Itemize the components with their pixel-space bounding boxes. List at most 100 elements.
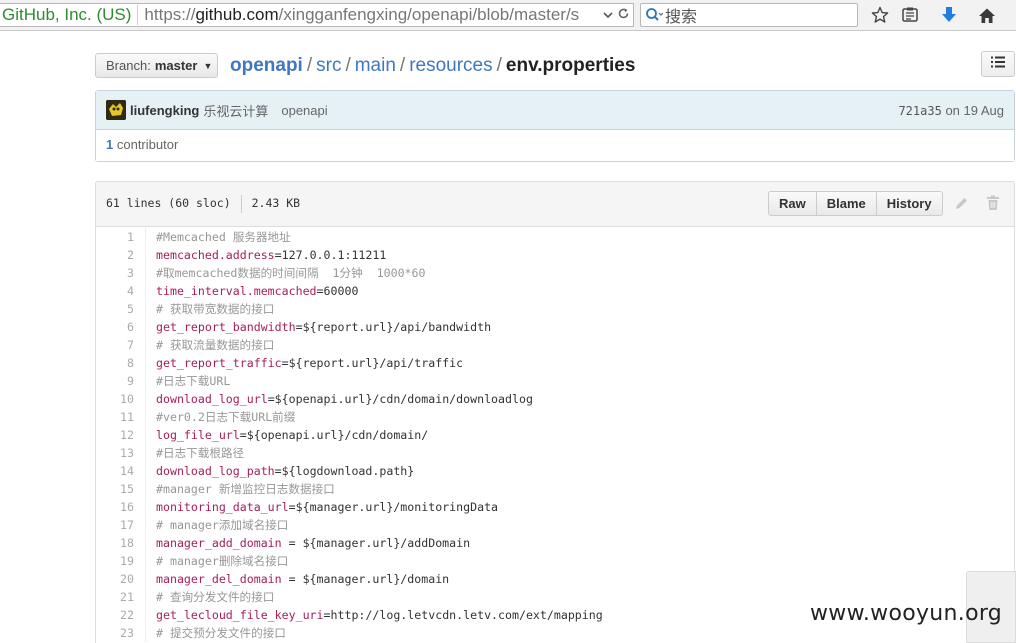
- file-line-count: 61 lines (60 sloc): [106, 196, 231, 210]
- code-key: manager_del_domain: [156, 572, 282, 586]
- code-comment: #取memcached数据的时间间隔 1分钟 1000*60: [156, 266, 426, 280]
- code-value: =http://log.letvcdn.letv.com/ext/mapping: [323, 608, 603, 622]
- line-number[interactable]: 14: [96, 462, 146, 480]
- code-value: =${openapi.url}/cdn/domain/: [239, 428, 429, 442]
- line-number[interactable]: 1: [96, 228, 146, 246]
- watermark: www.wooyun.org: [810, 601, 1003, 626]
- trash-icon[interactable]: [984, 194, 1002, 212]
- code-line: 3 #取memcached数据的时间间隔 1分钟 1000*60: [96, 264, 1014, 282]
- line-number[interactable]: 19: [96, 552, 146, 570]
- line-number[interactable]: 6: [96, 318, 146, 336]
- breadcrumb-link-main[interactable]: main: [355, 55, 396, 76]
- branch-selector-button[interactable]: Branch: master ▼: [95, 53, 218, 78]
- line-number[interactable]: 17: [96, 516, 146, 534]
- avatar[interactable]: [106, 100, 126, 120]
- line-number[interactable]: 5: [96, 300, 146, 318]
- file-viewer: 61 lines (60 sloc) 2.43 KB Raw Blame Hist…: [95, 181, 1015, 643]
- home-icon[interactable]: [976, 4, 998, 26]
- code-line: 11 #ver0.2日志下载URL前缀: [96, 408, 1014, 426]
- reading-list-icon[interactable]: [899, 4, 921, 26]
- code-line: 19 # manager删除域名接口: [96, 552, 1014, 570]
- code-line: 20 manager_del_domain = ${manager.url}/do…: [96, 570, 1014, 588]
- line-number[interactable]: 18: [96, 534, 146, 552]
- line-number[interactable]: 16: [96, 498, 146, 516]
- line-number[interactable]: 13: [96, 444, 146, 462]
- search-engine-icon[interactable]: [643, 6, 665, 24]
- code-comment: # 提交预分发文件的接口: [156, 626, 286, 640]
- download-icon[interactable]: [938, 4, 960, 26]
- commit-message[interactable]: openapi: [281, 103, 327, 118]
- code-key: get_lecloud_file_key_uri: [156, 608, 324, 622]
- file-list-button[interactable]: [981, 51, 1015, 77]
- line-number[interactable]: 23: [96, 624, 146, 642]
- code-value: =${report.url}/api/bandwidth: [295, 320, 492, 334]
- latest-commit-box: liufengking 乐视云计算 openapi 721a35 on 19 A…: [95, 90, 1015, 162]
- search-input[interactable]: 搜索: [640, 3, 858, 27]
- code-key: manager_add_domain: [156, 536, 282, 550]
- code-comment: # 获取流量数据的接口: [156, 338, 275, 352]
- code-comment: # manager删除域名接口: [156, 554, 289, 568]
- line-number[interactable]: 21: [96, 588, 146, 606]
- code-value: =${logdownload.path}: [274, 464, 415, 478]
- code-key: log_file_url: [156, 428, 240, 442]
- raw-button[interactable]: Raw: [769, 192, 817, 215]
- code-line: 1 #Memcached 服务器地址: [96, 228, 1014, 246]
- line-number[interactable]: 10: [96, 390, 146, 408]
- line-number[interactable]: 12: [96, 426, 146, 444]
- breadcrumb-link-src[interactable]: src: [316, 55, 341, 76]
- contributor-count: 1: [106, 137, 114, 152]
- code-line: 23 # 提交预分发文件的接口: [96, 624, 1014, 642]
- line-number[interactable]: 15: [96, 480, 146, 498]
- code-comment: #Memcached 服务器地址: [156, 230, 291, 244]
- code-line: 5 # 获取带宽数据的接口: [96, 300, 1014, 318]
- site-identity[interactable]: GitHub, Inc. (US): [0, 5, 139, 25]
- code-value: =${manager.url}/monitoringData: [288, 500, 499, 514]
- breadcrumb-repo-link[interactable]: openapi: [230, 55, 303, 76]
- code-line: 7 # 获取流量数据的接口: [96, 336, 1014, 354]
- file-header: 61 lines (60 sloc) 2.43 KB Raw Blame Hist…: [96, 182, 1014, 227]
- code-line: 2 memcached.address=127.0.0.1:11211: [96, 246, 1014, 264]
- bookmark-star-icon[interactable]: [869, 4, 891, 26]
- breadcrumb-link-resources[interactable]: resources: [409, 55, 492, 76]
- code-line: 6 get_report_bandwidth=${report.url}/api/…: [96, 318, 1014, 336]
- code-line: 17 # manager添加域名接口: [96, 516, 1014, 534]
- line-number[interactable]: 9: [96, 372, 146, 390]
- code-value: =127.0.0.1:11211: [274, 248, 387, 262]
- line-number[interactable]: 20: [96, 570, 146, 588]
- breadcrumb-separator: /: [345, 55, 351, 76]
- url-dropdown-icon[interactable]: [601, 8, 615, 22]
- code-value: =${report.url}/api/traffic: [281, 356, 464, 370]
- code-key: get_report_bandwidth: [156, 320, 296, 334]
- pencil-icon[interactable]: [952, 194, 970, 212]
- code-key: time_interval.memcached: [156, 284, 317, 298]
- line-number[interactable]: 2: [96, 246, 146, 264]
- line-number[interactable]: 11: [96, 408, 146, 426]
- line-number[interactable]: 4: [96, 282, 146, 300]
- breadcrumb-separator: /: [496, 55, 502, 76]
- line-number[interactable]: 22: [96, 606, 146, 624]
- code-value: =${openapi.url}/cdn/domain/downloadlog: [267, 392, 533, 406]
- blame-button[interactable]: Blame: [817, 192, 877, 215]
- code-comment: #ver0.2日志下载URL前缀: [156, 410, 296, 424]
- branch-value: master: [154, 58, 198, 73]
- history-button[interactable]: History: [877, 192, 942, 215]
- code-value: =60000: [316, 284, 359, 298]
- url-text[interactable]: https://github.com/xingganfengxing/opena…: [138, 5, 601, 25]
- line-number[interactable]: 3: [96, 264, 146, 282]
- breadcrumb: openapi / src / main / resources / env.propertie…: [230, 54, 635, 78]
- code-value: = ${manager.url}/domain: [281, 572, 450, 586]
- commit-author[interactable]: liufengking: [130, 103, 199, 118]
- line-number[interactable]: 8: [96, 354, 146, 372]
- commit-sha-link[interactable]: 721a35: [898, 104, 941, 118]
- code-key: get_report_traffic: [156, 356, 282, 370]
- code-line: 13 #日志下载根路径: [96, 444, 1014, 462]
- code-line: 10 download_log_url=${openapi.url}/cdn/do…: [96, 390, 1014, 408]
- breadcrumb-separator: /: [306, 55, 313, 76]
- browser-toolbar: GitHub, Inc. (US) https://github.com/xin…: [0, 0, 1016, 31]
- address-bar[interactable]: GitHub, Inc. (US) https://github.com/xin…: [0, 3, 634, 27]
- line-number[interactable]: 7: [96, 336, 146, 354]
- contributors-bar[interactable]: 1 contributor: [96, 130, 1014, 161]
- contributor-label: contributor: [116, 137, 179, 152]
- code-key: monitoring_data_url: [156, 500, 289, 514]
- reload-icon[interactable]: [615, 7, 631, 23]
